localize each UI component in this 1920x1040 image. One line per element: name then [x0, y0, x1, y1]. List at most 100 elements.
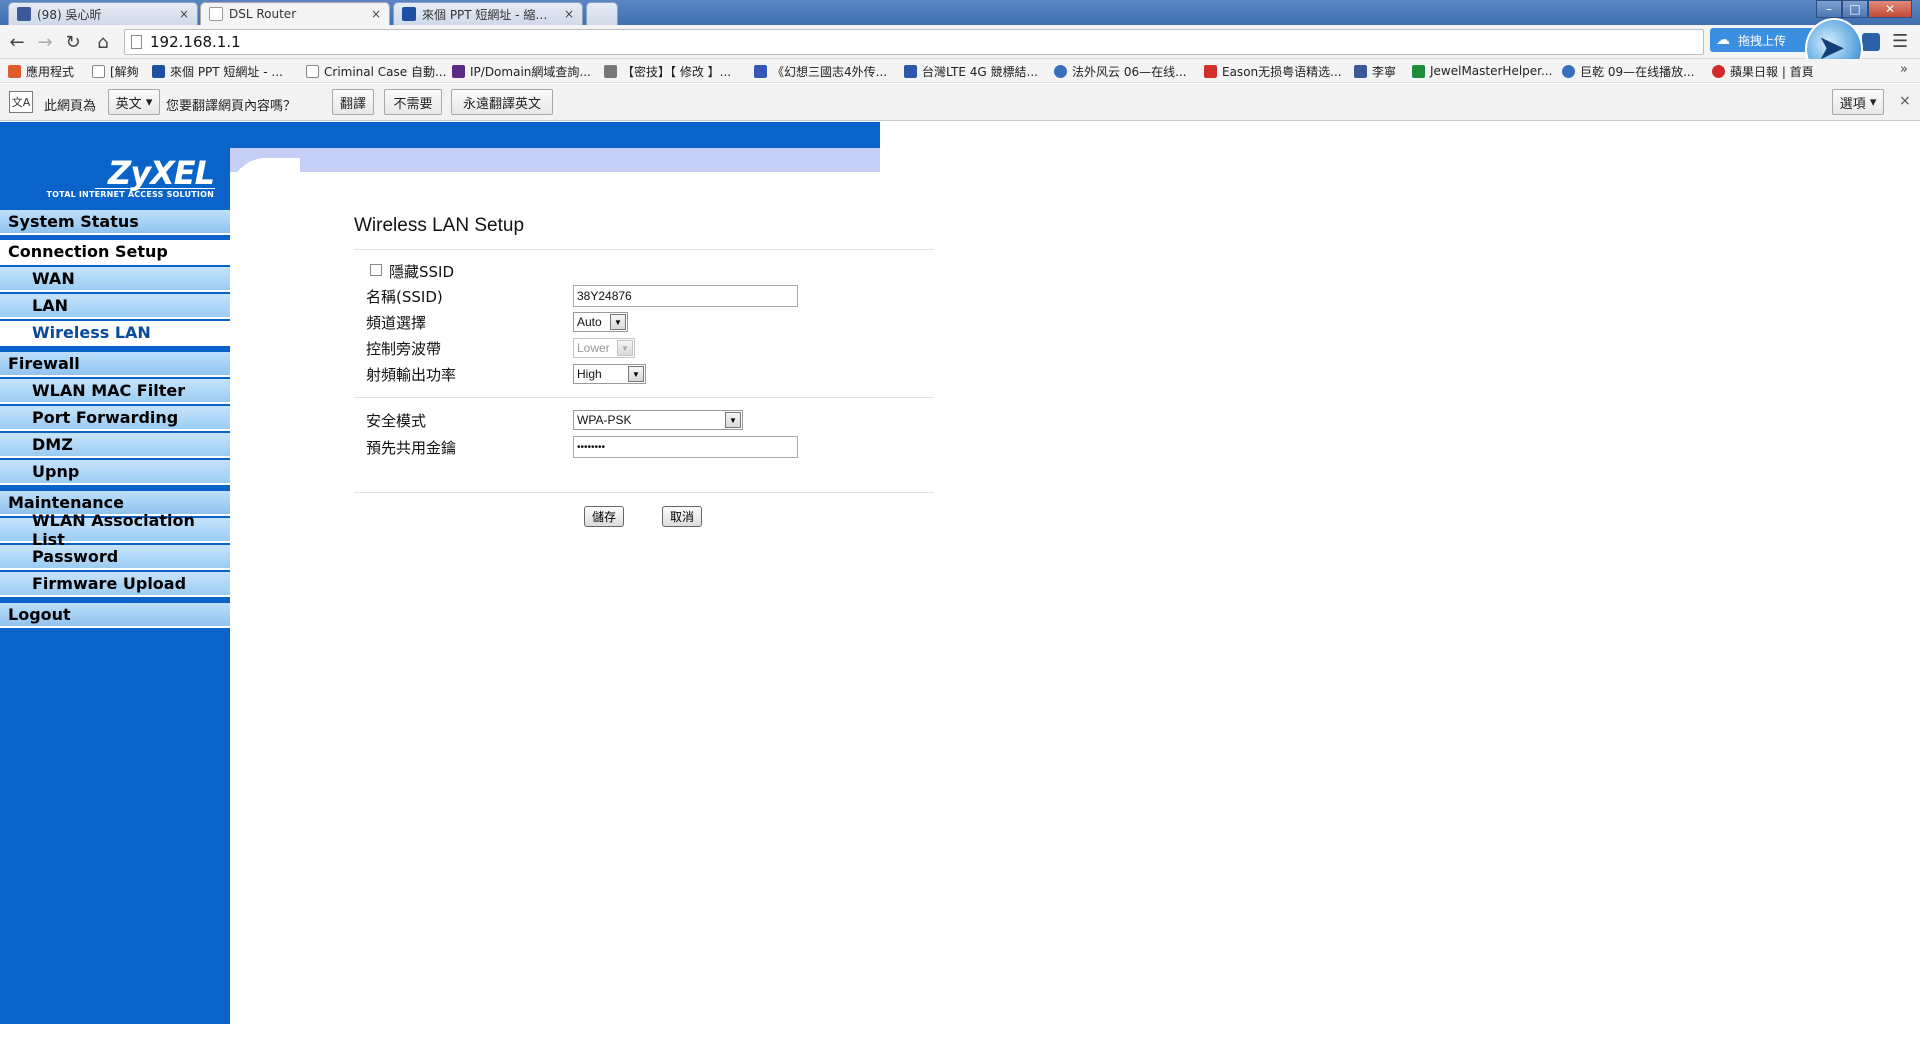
close-window-button[interactable]: ✕	[1868, 0, 1912, 18]
nav-wireless-lan[interactable]: Wireless LAN	[0, 321, 230, 346]
bookmark-item[interactable]: 台灣LTE 4G 競標結...	[904, 63, 1038, 79]
nav-system-status[interactable]: System Status	[0, 210, 230, 235]
home-icon[interactable]: ⌂	[92, 31, 114, 53]
maximize-button[interactable]: □	[1842, 0, 1868, 18]
new-tab-button[interactable]	[586, 2, 618, 25]
header-band-lavender	[230, 148, 880, 172]
always-translate-button[interactable]: 永遠翻譯英文	[451, 89, 553, 115]
security-mode-label: 安全模式	[366, 412, 427, 430]
bird-icon	[604, 64, 617, 78]
tab-dsl-router[interactable]: DSL Router ×	[200, 2, 390, 25]
sideband-value: Lower	[577, 341, 610, 355]
nav-wan[interactable]: WAN	[0, 267, 230, 292]
page-icon	[131, 35, 142, 49]
tab-close-icon[interactable]: ×	[179, 7, 189, 21]
translate-prefix: 此網頁為	[44, 99, 97, 114]
nav-dmz[interactable]: DMZ	[0, 433, 230, 458]
bookmark-label: 巨乾 09—在线播放...	[1580, 64, 1695, 79]
translate-infobar: 文A 此網頁為 英文 ▾ 您要翻譯網頁內容嗎？ 翻譯 不需要 永遠翻譯英文 選項…	[0, 84, 1920, 121]
cloud-icon: ☁	[1716, 32, 1730, 48]
address-bar[interactable]: 192.168.1.1	[124, 29, 1704, 55]
security-mode-value: WPA-PSK	[577, 413, 632, 427]
tab-title: (98) 吳心昕	[37, 7, 102, 22]
bookmark-item[interactable]: 【密技】【 修改 】...	[604, 63, 731, 79]
bookmark-item[interactable]: Eason无损粤语精选...	[1204, 63, 1342, 79]
bookmark-label: 蘋果日報 | 首頁	[1730, 64, 1814, 79]
nav-logout[interactable]: Logout	[0, 603, 230, 628]
bookmark-label: 【密技】【 修改 】...	[622, 64, 732, 79]
bookmarks-more-button[interactable]: »	[1900, 62, 1908, 77]
nav-lan[interactable]: LAN	[0, 294, 230, 319]
page-title: Wireless LAN Setup	[354, 215, 525, 236]
minimize-button[interactable]: –	[1816, 0, 1842, 18]
bookmark-item[interactable]: IP/Domain網域查詢...	[452, 63, 591, 79]
bookmark-item[interactable]: 李寧	[1354, 63, 1396, 79]
nav-upnp[interactable]: Upnp	[0, 460, 230, 485]
tab-ppt-shortener[interactable]: 來個 PPT 短網址 - 縮圖網 ×	[393, 2, 583, 25]
nav-firmware-upload[interactable]: Firmware Upload	[0, 572, 230, 597]
bookmark-label: 來個 PPT 短網址 - ...	[170, 64, 283, 79]
translate-button[interactable]: 翻譯	[332, 89, 374, 115]
save-button[interactable]: 儲存	[584, 506, 624, 527]
nav-password[interactable]: Password	[0, 545, 230, 570]
close-icon[interactable]: ×	[1899, 93, 1911, 109]
chevron-down-icon: ▾	[145, 94, 153, 110]
forward-arrow-icon[interactable]: →	[34, 31, 56, 53]
bookmark-label: 台灣LTE 4G 競標結...	[922, 64, 1038, 79]
reload-icon[interactable]: ↻	[62, 31, 84, 53]
hide-ssid-checkbox[interactable]	[370, 264, 382, 276]
channel-select[interactable]: Auto ▼	[573, 312, 628, 332]
bookmark-item[interactable]: [解夠	[92, 63, 139, 79]
nav-connection-setup[interactable]: Connection Setup	[0, 240, 230, 265]
language-select[interactable]: 英文 ▾	[108, 89, 160, 115]
security-mode-select[interactable]: WPA-PSK ▼	[573, 410, 743, 430]
tab-close-icon[interactable]: ×	[371, 7, 381, 21]
tab-close-icon[interactable]: ×	[564, 7, 574, 21]
upload-extension-button[interactable]: ☁ 拖拽上传	[1710, 28, 1820, 52]
cancel-button[interactable]: 取消	[662, 506, 702, 527]
nav-firewall[interactable]: Firewall	[0, 352, 230, 377]
translate-options-button[interactable]: 選項 ▾	[1832, 89, 1884, 115]
nav-port-forwarding[interactable]: Port Forwarding	[0, 406, 230, 431]
language-value: 英文	[115, 96, 142, 112]
psk-password-input[interactable]: ••••••••	[573, 436, 798, 458]
nav-wlan-association-list[interactable]: WLAN Association List	[0, 511, 230, 549]
ip-icon	[452, 64, 465, 78]
chat-icon	[904, 64, 917, 78]
bookmark-item[interactable]: 《幻想三國志4外传...	[754, 63, 887, 79]
bookmark-item[interactable]: JewelMasterHelper...	[1412, 63, 1552, 79]
router-sidebar: ZyXEL TOTAL INTERNET ACCESS SOLUTION Sys…	[0, 122, 230, 1024]
chevron-down-icon: ▼	[610, 314, 626, 330]
page-icon	[92, 64, 105, 78]
psk-label: 預先共用金鑰	[366, 439, 457, 457]
tab-facebook[interactable]: (98) 吳心昕 ×	[8, 2, 198, 25]
sheet-icon	[1412, 64, 1425, 78]
bookmark-item[interactable]: 巨乾 09—在线播放...	[1562, 63, 1695, 79]
bookmark-item[interactable]: 蘋果日報 | 首頁	[1712, 63, 1814, 79]
nav-wlan-mac-filter[interactable]: WLAN MAC Filter	[0, 379, 230, 404]
content-area	[230, 172, 1920, 1024]
apple-icon	[1712, 64, 1725, 78]
bookmark-apps[interactable]: 應用程式	[8, 63, 74, 79]
game-icon	[754, 64, 767, 78]
tab-title: 來個 PPT 短網址 - 縮圖網	[422, 7, 558, 22]
extension-book-icon[interactable]	[1862, 33, 1880, 51]
logo-area: ZyXEL TOTAL INTERNET ACCESS SOLUTION	[0, 122, 230, 208]
chevron-down-icon: ▼	[617, 340, 633, 356]
no-translate-button[interactable]: 不需要	[384, 89, 442, 115]
back-arrow-icon[interactable]: ←	[6, 31, 28, 53]
tx-power-select[interactable]: High ▼	[573, 364, 646, 384]
ssid-input[interactable]: 38Y24876	[573, 285, 798, 307]
bookmark-item[interactable]: 來個 PPT 短網址 - ...	[152, 63, 283, 79]
bookmark-item[interactable]: Criminal Case 自動...	[306, 63, 446, 79]
page-icon	[209, 7, 223, 21]
logo-divider	[95, 188, 215, 189]
play-icon	[1562, 64, 1575, 78]
bookmark-label: Criminal Case 自動...	[324, 64, 447, 79]
tx-power-label: 射頻輸出功率	[366, 366, 457, 384]
huawei-icon	[1204, 64, 1217, 78]
apps-icon	[8, 64, 21, 78]
bookmark-item[interactable]: 法外风云 06—在线...	[1054, 63, 1187, 79]
menu-icon[interactable]: ☰	[1892, 31, 1908, 52]
tab-title: DSL Router	[229, 7, 297, 21]
